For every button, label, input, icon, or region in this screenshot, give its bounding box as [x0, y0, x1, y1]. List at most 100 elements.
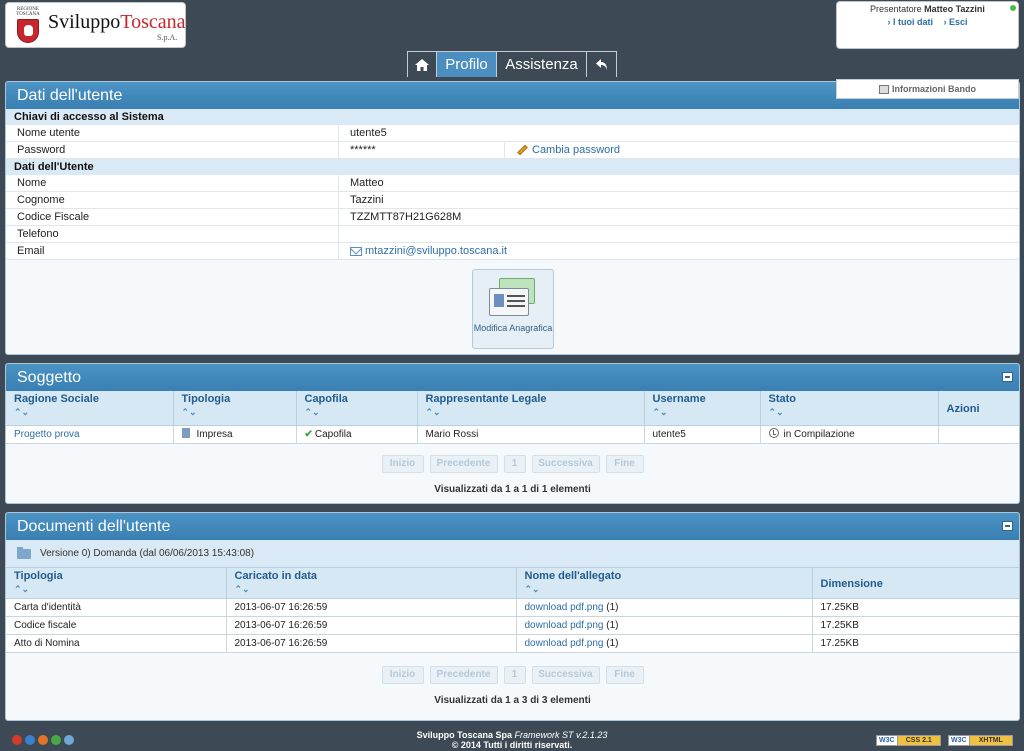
footer: Sviluppo Toscana Spa Framework ST v.2.1.…: [0, 727, 1024, 751]
nav-back[interactable]: [587, 52, 616, 77]
soggetto-pager: Inizio Precedente 1 Successiva Fine: [6, 454, 1019, 475]
col-capofila[interactable]: Capofila ⌃⌄: [296, 391, 418, 426]
user-box: Presentatore Matteo Tazzini › I tuoi dat…: [836, 1, 1019, 49]
nav-home[interactable]: [408, 52, 437, 77]
soggetto-panel: Soggetto Ragione Sociale ⌃⌄ Tipologia ⌃⌄ C…: [5, 363, 1020, 504]
pager-last[interactable]: Fine: [605, 665, 644, 684]
nav-assistenza[interactable]: Assistenza: [497, 52, 587, 77]
sort-icon[interactable]: ⌃⌄: [426, 407, 636, 417]
sort-icon[interactable]: ⌃⌄: [305, 407, 409, 417]
logo-brand: SviluppoToscana: [48, 11, 186, 33]
col-rappresentante[interactable]: Rappresentante Legale ⌃⌄: [417, 391, 645, 426]
col-ragione-sociale[interactable]: Ragione Sociale ⌃⌄: [6, 391, 174, 426]
table-row: Codice fiscale 2013-06-07 16:26:59 downl…: [6, 616, 1019, 635]
sort-icon[interactable]: ⌃⌄: [235, 584, 508, 594]
xhtml-validator-badge[interactable]: W3C XHTML: [948, 735, 1013, 746]
sort-icon[interactable]: ⌃⌄: [525, 584, 804, 594]
pager-page[interactable]: 1: [503, 454, 526, 473]
css-validator-badge[interactable]: W3C CSS 2.1: [876, 735, 941, 746]
col-stato[interactable]: Stato ⌃⌄: [760, 391, 939, 426]
email-link[interactable]: mtazzini@sviluppo.toscana.it: [365, 245, 507, 257]
download-link[interactable]: download pdf.png: [525, 602, 604, 613]
ragione-sociale-link[interactable]: Progetto prova: [14, 429, 80, 440]
pager-next[interactable]: Successiva: [531, 454, 600, 473]
pager-page[interactable]: 1: [503, 665, 526, 684]
soggetto-table: Ragione Sociale ⌃⌄ Tipologia ⌃⌄ Capofila ⌃⌄…: [6, 391, 1019, 444]
pager-info: Visualizzati da 1 a 1 di 1 elementi: [434, 483, 591, 495]
access-keys-title: Chiavi di accesso al Sistema: [6, 109, 1019, 125]
id-card-icon: [489, 278, 537, 318]
building-icon: [181, 428, 190, 438]
info-bando-button[interactable]: Informazioni Bando: [836, 79, 1019, 99]
field-label: Email: [6, 243, 339, 259]
clock-icon: [768, 428, 779, 438]
table-row: Progetto prova Impresa ✔ Capofila Mario R…: [6, 425, 1019, 444]
panel-title: Dati dell'utente: [17, 86, 123, 104]
table-row: Carta d'identità 2013-06-07 16:26:59 dow…: [6, 598, 1019, 617]
field-value: ******: [339, 142, 505, 158]
region-shield-icon: REGIONE TOSCANA: [13, 7, 43, 45]
field-row-cognome: Cognome Tazzini: [6, 192, 1019, 209]
logout-link[interactable]: › Esci: [944, 17, 968, 27]
sort-icon[interactable]: ⌃⌄: [653, 407, 752, 417]
col-nome-allegato[interactable]: Nome dell'allegato ⌃⌄: [516, 568, 813, 599]
documents-pager: Inizio Precedente 1 Successiva Fine: [6, 665, 1019, 686]
documents-panel-header: Documenti dell'utente: [6, 513, 1019, 540]
col-tipologia[interactable]: Tipologia ⌃⌄: [6, 568, 227, 599]
pager-first[interactable]: Inizio: [381, 454, 424, 473]
col-username[interactable]: Username ⌃⌄: [644, 391, 761, 426]
field-label: Password: [6, 142, 339, 158]
col-azioni: Azioni: [938, 391, 1019, 426]
nav-profilo[interactable]: Profilo: [437, 52, 497, 77]
pencil-icon: [517, 144, 528, 156]
field-value: [339, 226, 1019, 242]
col-dimensione: Dimensione: [812, 568, 1019, 599]
main-nav: Profilo Assistenza: [407, 51, 617, 77]
check-icon: ✔: [304, 428, 313, 440]
footer-text: Sviluppo Toscana Spa Framework ST v.2.1.…: [416, 730, 608, 750]
pager-first[interactable]: Inizio: [381, 665, 424, 684]
modify-profile-button[interactable]: Modifica Anagrafica: [472, 269, 554, 349]
mail-icon: [350, 246, 362, 256]
col-tipologia[interactable]: Tipologia ⌃⌄: [173, 391, 297, 426]
online-status-icon: [1010, 5, 1016, 11]
minimize-icon[interactable]: [1002, 521, 1013, 531]
pager-info: Visualizzati da 1 a 3 di 3 elementi: [434, 694, 591, 706]
header: REGIONE TOSCANA SviluppoToscana S.p.A. P…: [0, 0, 1024, 78]
pager-next[interactable]: Successiva: [531, 665, 600, 684]
version-row[interactable]: Versione 0) Domanda (dal 06/06/2013 15:4…: [6, 540, 1019, 568]
download-link[interactable]: download pdf.png: [525, 638, 604, 649]
folder-icon: [17, 546, 31, 559]
logo[interactable]: REGIONE TOSCANA SviluppoToscana S.p.A.: [5, 2, 186, 48]
minimize-icon[interactable]: [1002, 372, 1013, 382]
soggetto-panel-header: Soggetto: [6, 364, 1019, 391]
pager-prev[interactable]: Precedente: [429, 665, 498, 684]
field-label: Nome: [6, 175, 339, 191]
field-value: TZZMTT87H21G628M: [350, 211, 462, 223]
field-label: Telefono: [6, 226, 339, 242]
field-row-telefono: Telefono: [6, 226, 1019, 243]
sort-icon[interactable]: ⌃⌄: [14, 407, 165, 417]
field-value: utente5: [350, 127, 387, 139]
field-value: Matteo: [350, 177, 384, 189]
sort-icon[interactable]: ⌃⌄: [769, 407, 930, 417]
documents-panel: Documenti dell'utente Versione 0) Domand…: [5, 512, 1020, 721]
sort-icon[interactable]: ⌃⌄: [14, 584, 218, 594]
sort-icon[interactable]: ⌃⌄: [182, 407, 288, 417]
download-link[interactable]: download pdf.png: [525, 620, 604, 631]
modify-profile-label: Modifica Anagrafica: [473, 323, 553, 333]
field-row-nome: Nome Matteo: [6, 175, 1019, 192]
my-data-link[interactable]: › I tuoi dati: [887, 17, 933, 27]
username-row: Nome utente utente5: [6, 125, 1019, 142]
field-label: Codice Fiscale: [6, 209, 339, 225]
user-data-panel: Dati dell'utente Chiavi di accesso al Si…: [5, 81, 1020, 355]
field-value: mtazzini@sviluppo.toscana.it: [339, 243, 1019, 259]
pager-last[interactable]: Fine: [605, 454, 644, 473]
col-caricato[interactable]: Caricato in data ⌃⌄: [226, 568, 517, 599]
pager-prev[interactable]: Precedente: [429, 454, 498, 473]
version-label: Versione 0) Domanda (dal 06/06/2013 15:4…: [40, 548, 255, 559]
change-password-link[interactable]: Cambia password: [532, 144, 620, 156]
panel-title: Soggetto: [17, 368, 82, 386]
logo-sub: S.p.A.: [157, 33, 178, 42]
panel-title: Documenti dell'utente: [17, 517, 171, 535]
